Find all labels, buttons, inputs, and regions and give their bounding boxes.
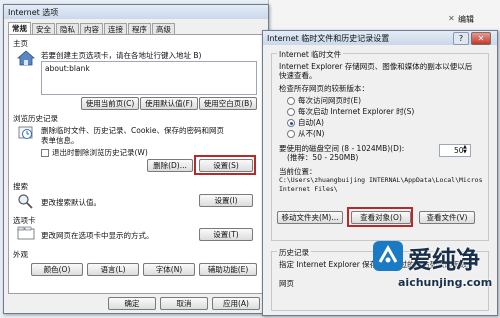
settings-title-bar[interactable]: Internet 临时文件和历史记录设置 ? ✕	[263, 31, 497, 45]
radio-every-visit[interactable]: 每次访问网页时(E)	[287, 95, 361, 106]
settings-close-button[interactable]: ✕	[471, 32, 491, 45]
temp-files-heading: Internet 临时文件	[277, 49, 344, 60]
radio-indicator[interactable]	[287, 97, 295, 105]
colors-button[interactable]: 颜色(O)	[31, 263, 83, 276]
watermark-logo	[372, 240, 404, 272]
tabs-icon	[17, 226, 35, 240]
dialog-body: 常规 安全 隐私 内容 连接 程序 高级 主页 若要创建主页选项卡，请在各地址行键入地址 B…	[4, 19, 268, 313]
view-objects-highlight-box	[347, 207, 413, 227]
use-current-button[interactable]: 使用当前页(C)	[81, 97, 139, 110]
languages-button[interactable]: 语言(L)	[87, 263, 139, 276]
history-heading: 历史记录	[277, 247, 311, 258]
radio-every-start[interactable]: 每次启动 Internet Explorer 时(S)	[287, 106, 414, 117]
search-settings-button[interactable]: 设置(I)	[199, 194, 253, 207]
radio-indicator[interactable]	[287, 108, 295, 116]
radio-automatic[interactable]: 自动(A)	[287, 117, 324, 128]
watermark-name: 爱纯净	[408, 246, 480, 274]
search-description: 更改搜索默认值。	[41, 198, 101, 207]
cancel-button[interactable]: 取消	[160, 297, 208, 310]
tabs-description: 更改网页在选项卡中显示的方式。	[41, 231, 154, 240]
settings-window-title: Internet 临时文件和历史记录设置	[267, 34, 390, 43]
general-tab-panel: 主页 若要创建主页选项卡，请在各地址行键入地址 B) about:blank 使…	[8, 34, 264, 294]
delete-on-exit-checkbox[interactable]: 退出时删除浏览历史记录(W)	[41, 147, 148, 158]
delete-history-button[interactable]: 删除(D)...	[147, 159, 193, 172]
tab-strip: 常规 安全 隐私 内容 连接 程序 高级	[8, 22, 176, 35]
internet-options-window: Internet 选项 ✕ 常规安全隐私内容连接程序高级 主页 若要创建主页选项…	[3, 4, 269, 314]
close-small-icon[interactable]: ✕	[448, 14, 455, 23]
search-heading: 搜索	[13, 182, 28, 191]
current-location-path-line1: C:\Users\zhuangbuijing INTERNAL\AppData\…	[279, 176, 483, 184]
temp-files-desc-line2: 快速查看。	[279, 71, 317, 80]
current-location-path-line2: Internet Files\	[279, 185, 338, 193]
use-blank-button[interactable]: 使用空白页(B)	[199, 97, 257, 110]
help-button[interactable]: ?	[453, 32, 469, 45]
home-page-description: 若要创建主页选项卡，请在各地址行键入地址 B)	[41, 51, 202, 60]
check-versions-label: 检查所存网页的较新版本：	[279, 84, 369, 93]
ok-button[interactable]: 确定	[108, 297, 156, 310]
accessibility-button[interactable]: 辅助功能(E)	[199, 263, 257, 276]
watermark-url: aichunjing.com	[398, 276, 493, 289]
checkbox-box[interactable]	[41, 149, 49, 157]
move-folder-button[interactable]: 移动文件夹(M)...	[277, 211, 343, 224]
title-bar[interactable]: Internet 选项 ✕	[4, 5, 268, 19]
search-icon	[17, 193, 33, 209]
history-days-label: 网页	[279, 279, 294, 288]
view-files-button[interactable]: 查看文件(V)	[419, 211, 475, 224]
radio-indicator[interactable]	[287, 130, 295, 138]
tabs-settings-button[interactable]: 设置(T)	[199, 228, 253, 241]
disk-space-hint: (推荐：50 - 250MB)	[287, 153, 359, 162]
history-icon	[17, 125, 35, 141]
radio-never[interactable]: 从不(N)	[287, 128, 324, 139]
history-description-line2: 表单信息。	[41, 136, 79, 145]
home-page-heading: 主页	[13, 39, 28, 48]
use-default-button[interactable]: 使用默认值(F)	[140, 97, 198, 110]
browsing-history-heading: 浏览历史记录	[13, 114, 58, 123]
edit-menu[interactable]: 编辑	[458, 14, 474, 25]
house-icon	[16, 50, 36, 66]
fonts-button[interactable]: 字体(N)	[143, 263, 195, 276]
radio-indicator-selected[interactable]	[287, 119, 295, 127]
disk-space-spinner[interactable]: 50 ▲ ▼	[439, 144, 471, 157]
settings-highlight-box	[194, 155, 256, 175]
appearance-heading: 外观	[13, 250, 28, 259]
apply-button[interactable]: 应用(A)	[212, 297, 260, 310]
home-page-url-field[interactable]: about:blank	[41, 61, 257, 95]
tabs-heading: 选项卡	[13, 216, 36, 225]
watermark: 爱纯净 aichunjing.com	[368, 236, 500, 318]
spinner-arrows-icon[interactable]: ▲ ▼	[463, 145, 467, 155]
window-title: Internet 选项	[8, 8, 59, 17]
